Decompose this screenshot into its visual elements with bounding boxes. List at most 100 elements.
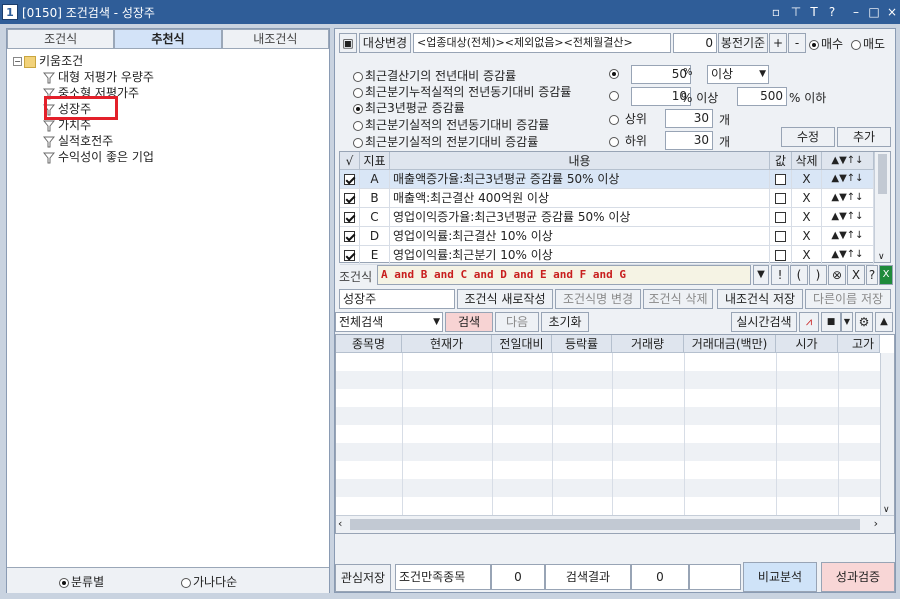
pin-icon[interactable]: ⊤	[788, 3, 804, 21]
option-item[interactable]: 최근분기실적의 전년동기대비 증감률	[353, 116, 549, 133]
next-button[interactable]: 다음	[495, 312, 539, 332]
tree-item[interactable]: 실적호전주	[42, 133, 113, 149]
new-condition-button[interactable]: 조건식 새로작성	[457, 289, 553, 309]
radio-icon[interactable]	[609, 114, 619, 125]
param-condition-select[interactable]: 이상 ▼	[707, 65, 769, 84]
row-delete[interactable]: X	[792, 246, 822, 264]
chevron-down-icon[interactable]: ▼	[433, 313, 440, 331]
radio-icon[interactable]	[609, 136, 619, 147]
sell-option[interactable]: 매도	[851, 35, 885, 52]
radio-icon[interactable]	[181, 577, 191, 588]
radio-icon[interactable]	[353, 120, 363, 131]
row-value-checkbox[interactable]	[775, 174, 786, 185]
row-checkbox[interactable]	[344, 212, 355, 223]
open-paren-button[interactable]: (	[790, 265, 808, 285]
save-as-button[interactable]: 다른이름 저장	[805, 289, 891, 309]
condition-name-input[interactable]: 성장주	[339, 289, 455, 309]
scroll-left-icon[interactable]: ‹	[338, 517, 342, 530]
option-item-selected[interactable]: 최근3년평균 증감률	[353, 99, 465, 116]
radio-icon[interactable]	[809, 39, 819, 50]
tab-recommended[interactable]: 추천식	[114, 29, 222, 49]
collapse-icon[interactable]: −	[13, 57, 22, 66]
radio-icon[interactable]	[609, 68, 619, 79]
search-mode-select[interactable]: 전체검색 ▼	[335, 312, 443, 332]
close-paren-button[interactable]: )	[809, 265, 827, 285]
param-value-1[interactable]: 50	[631, 65, 691, 84]
param-top-value[interactable]: 30	[665, 109, 713, 128]
result-horizontal-scrollbar[interactable]: ‹ ›	[336, 515, 894, 533]
row-move-icons[interactable]: ▲▼↑↓	[822, 227, 874, 245]
param-bottom[interactable]: 하위	[609, 132, 647, 149]
row-value-checkbox[interactable]	[775, 212, 786, 223]
tree-item[interactable]: 수익성이 좋은 기업	[42, 149, 154, 165]
row-value-checkbox[interactable]	[775, 231, 786, 242]
help-icon[interactable]: ?	[824, 3, 840, 21]
table-row[interactable]: C 영업이익증가율:최근3년평균 증감률 50% 이상 X ▲▼↑↓	[340, 208, 874, 227]
option-item[interactable]: 최근분기실적의 전분기대비 증감률	[353, 133, 538, 150]
sort-by-category[interactable]: 분류별	[59, 573, 104, 590]
search-button[interactable]: 검색	[445, 312, 493, 332]
tab-my-conditions[interactable]: 내조건식	[221, 29, 329, 49]
sort-alphabetical[interactable]: 가나다순	[181, 573, 237, 590]
param-radio-2[interactable]	[609, 88, 621, 102]
tab-conditions[interactable]: 조건식	[7, 29, 115, 49]
param-radio-1[interactable]	[609, 66, 621, 80]
bar-count-input[interactable]: 0	[673, 33, 717, 53]
scroll-down-icon[interactable]: ∨	[878, 252, 885, 262]
buy-option[interactable]: 매수	[809, 35, 843, 52]
row-value-checkbox[interactable]	[775, 193, 786, 204]
param-value-3[interactable]: 500	[737, 87, 787, 106]
minus-button[interactable]: -	[788, 33, 806, 53]
stop-icon[interactable]: ■	[821, 312, 841, 332]
radio-icon[interactable]	[353, 87, 363, 98]
gear-icon[interactable]: ⚙	[855, 312, 873, 332]
add-button[interactable]: 추가	[837, 127, 891, 147]
restore-icon[interactable]: ▫	[768, 3, 784, 21]
not-button[interactable]: !	[771, 265, 789, 285]
row-move-icons[interactable]: ▲▼↑↓	[822, 208, 874, 226]
delete-condition-button[interactable]: 조건식 삭제	[643, 289, 713, 309]
minimize-icon[interactable]: –	[848, 3, 864, 21]
compare-analysis-button[interactable]: 비교분석	[743, 562, 817, 592]
formula-dropdown-icon[interactable]: ▼	[753, 265, 769, 285]
formula-help-button[interactable]: ?	[866, 265, 878, 285]
scroll-thumb[interactable]	[350, 519, 860, 530]
font-icon[interactable]: T	[806, 3, 822, 21]
save-my-condition-button[interactable]: 내조건식 저장	[717, 289, 803, 309]
maximize-icon[interactable]: □	[866, 3, 882, 21]
edit-button[interactable]: 수정	[781, 127, 835, 147]
param-top[interactable]: 상위	[609, 110, 647, 127]
row-value-checkbox[interactable]	[775, 250, 786, 261]
row-delete[interactable]: X	[792, 227, 822, 245]
clear-button[interactable]: X	[847, 265, 865, 285]
radio-icon[interactable]	[59, 577, 69, 588]
table-row[interactable]: D 영업이익률:최근결산 10% 이상 X ▲▼↑↓	[340, 227, 874, 246]
stop-dropdown-icon[interactable]: ▼	[841, 312, 853, 332]
radio-icon[interactable]	[353, 137, 363, 148]
row-checkbox[interactable]	[344, 231, 355, 242]
reset-button[interactable]: 초기화	[541, 312, 589, 332]
row-move-icons[interactable]: ▲▼↑↓	[822, 246, 874, 264]
rename-button[interactable]: 조건식명 변경	[555, 289, 641, 309]
excel-icon[interactable]: X	[879, 265, 893, 285]
condition-table-scrollbar[interactable]: ∨	[874, 152, 890, 262]
plus-button[interactable]: +	[769, 33, 787, 53]
scroll-thumb[interactable]	[878, 154, 887, 194]
radio-icon[interactable]	[609, 90, 619, 101]
bar-basis-button[interactable]: 봉전기준	[718, 33, 768, 53]
result-vertical-scrollbar[interactable]: ∨	[880, 353, 894, 515]
tree-root[interactable]: − 키움조건	[13, 53, 83, 69]
radio-icon[interactable]	[353, 71, 363, 82]
radio-icon[interactable]	[851, 39, 861, 50]
chevron-down-icon[interactable]: ▼	[759, 66, 766, 83]
row-delete[interactable]: X	[792, 170, 822, 188]
option-item[interactable]: 최근결산기의 전년대비 증감률	[353, 67, 516, 84]
target-change-button[interactable]: 대상변경	[359, 33, 411, 53]
scroll-right-icon[interactable]: ›	[874, 517, 878, 530]
performance-verify-button[interactable]: 성과검증	[821, 562, 895, 592]
formula-input[interactable]: A and B and C and D and E and F and G	[377, 265, 751, 285]
tree-item[interactable]: 대형 저평가 우량주	[42, 69, 154, 85]
target-icon[interactable]: ▣	[339, 33, 357, 53]
save-favorite-button[interactable]: 관심저장	[335, 564, 391, 592]
collapse-up-icon[interactable]: ▲	[875, 312, 893, 332]
